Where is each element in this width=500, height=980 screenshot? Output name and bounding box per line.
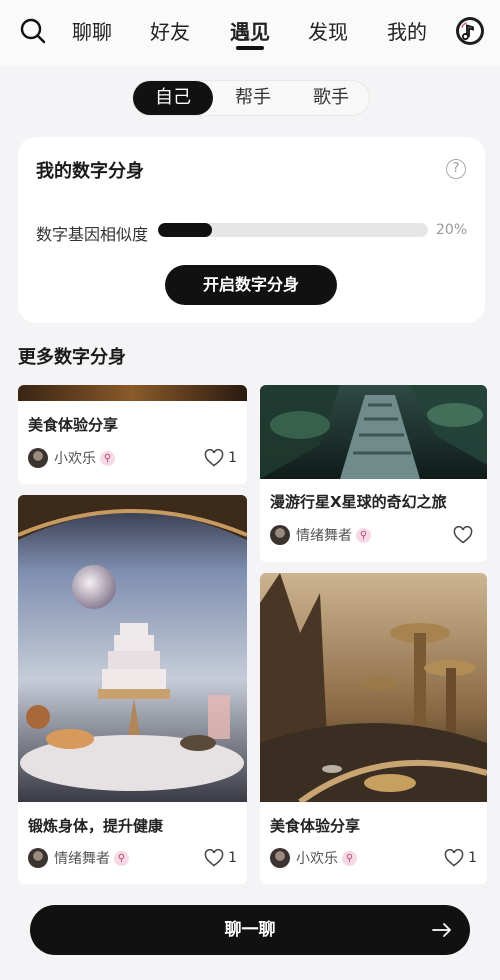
like-button[interactable]: 1 (444, 847, 477, 869)
card-title: 美食体验分享 (28, 416, 119, 434)
avatar (270, 525, 290, 545)
open-digital-twin-button[interactable]: 开启数字分身 (165, 265, 337, 305)
segment-control: 自己 帮手 歌手 (132, 80, 370, 116)
avatar (270, 848, 290, 868)
magnifier-badge-icon: ⚲ (114, 850, 129, 866)
like-count: 1 (228, 450, 237, 466)
like-button[interactable] (453, 524, 477, 546)
more-twins-title: 更多数字分身 (18, 347, 126, 368)
card-author[interactable]: 小欢乐 ⚲ (28, 447, 115, 469)
magnifier-badge-icon: ⚲ (356, 527, 371, 543)
heart-icon (204, 449, 224, 467)
search-icon[interactable] (20, 18, 46, 44)
like-button[interactable]: 1 (204, 847, 237, 869)
card-image (18, 495, 247, 802)
card-title: 锻炼身体，提升健康 (28, 817, 164, 835)
tab-mine[interactable]: 我的 (387, 16, 427, 45)
segment-singer[interactable]: 歌手 (293, 81, 369, 115)
like-count: 1 (468, 850, 477, 866)
digital-twin-card: 我的数字分身 ? 数字基因相似度 20% 开启数字分身 (18, 137, 485, 323)
feed-card[interactable]: 漫游行星X星球的奇幻之旅 情绪舞者 ⚲ (260, 385, 487, 562)
author-name: 情绪舞者 (296, 528, 352, 544)
magnifier-badge-icon: ⚲ (342, 850, 357, 866)
card-author[interactable]: 情绪舞者 ⚲ (270, 524, 371, 546)
heart-icon (453, 526, 473, 544)
author-name: 小欢乐 (296, 851, 338, 867)
tab-friends[interactable]: 好友 (150, 16, 190, 45)
active-tab-indicator (236, 46, 264, 50)
card-image (18, 385, 247, 401)
feed-card[interactable]: 美食体验分享 小欢乐 ⚲ 1 (260, 573, 487, 884)
arrow-right-icon (432, 923, 451, 937)
author-name: 小欢乐 (54, 451, 96, 467)
heart-icon (444, 849, 464, 867)
tab-discover[interactable]: 发现 (308, 16, 348, 45)
like-button[interactable]: 1 (204, 447, 237, 469)
music-note-icon (459, 20, 481, 42)
tab-chat[interactable]: 聊聊 (72, 16, 112, 45)
card-author[interactable]: 小欢乐 ⚲ (270, 847, 357, 869)
similarity-value: 20% (436, 222, 468, 238)
digital-twin-title: 我的数字分身 (36, 161, 144, 182)
question-circle-icon[interactable]: ? (446, 159, 466, 179)
magnifier-badge-icon: ⚲ (100, 450, 115, 466)
similarity-label: 数字基因相似度 (36, 225, 149, 244)
chat-button-label: 聊一聊 (224, 920, 276, 940)
similarity-progress-bar (158, 223, 428, 237)
card-title: 漫游行星X星球的奇幻之旅 (270, 493, 447, 511)
feed-card[interactable]: 锻炼身体，提升健康 情绪舞者 ⚲ 1 (18, 495, 247, 884)
top-nav: 聊聊 好友 遇见 发现 我的 (0, 0, 500, 66)
segment-self[interactable]: 自己 (133, 81, 213, 115)
feed-card[interactable]: 美食体验分享 小欢乐 ⚲ 1 (18, 385, 247, 484)
card-image (260, 573, 487, 802)
tab-meet[interactable]: 遇见 (230, 16, 270, 45)
card-image (260, 385, 487, 479)
card-title: 美食体验分享 (270, 817, 361, 835)
heart-icon (204, 849, 224, 867)
segment-helper[interactable]: 帮手 (213, 81, 293, 115)
avatar (28, 448, 48, 468)
similarity-progress-fill (158, 223, 212, 237)
music-button[interactable] (456, 17, 484, 45)
card-author[interactable]: 情绪舞者 ⚲ (28, 847, 129, 869)
avatar (28, 848, 48, 868)
like-count: 1 (228, 850, 237, 866)
chat-button[interactable]: 聊一聊 (30, 905, 470, 955)
author-name: 情绪舞者 (54, 851, 110, 867)
